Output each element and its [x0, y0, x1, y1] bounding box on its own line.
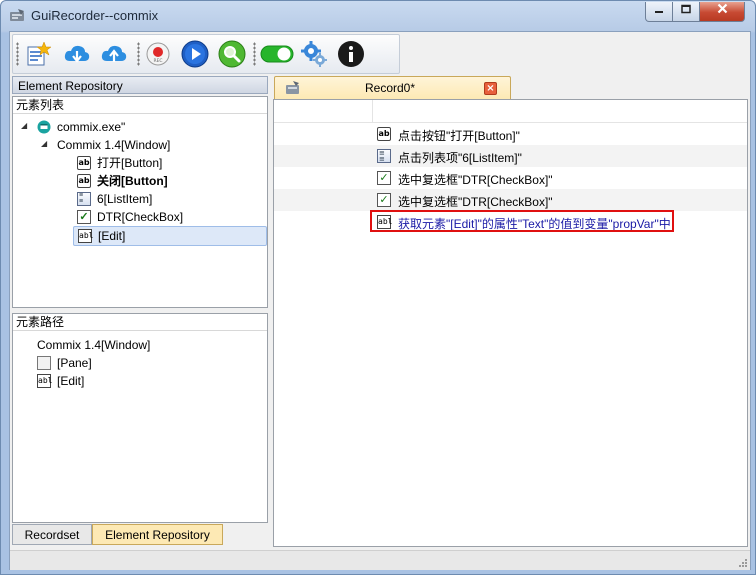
close-tab-button[interactable]: ×: [484, 82, 497, 95]
checkbox-icon: ✓: [377, 193, 391, 207]
tab-element-repository[interactable]: Element Repository: [92, 524, 223, 545]
app-node-icon: [37, 120, 51, 134]
new-project-button[interactable]: [23, 39, 53, 69]
record-list-header: [274, 100, 747, 123]
tree-node-label: DTR[CheckBox]: [97, 210, 184, 224]
close-button[interactable]: [699, 2, 745, 22]
tree-node-label: 6[ListItem]: [97, 192, 153, 206]
gear-icon: [301, 41, 327, 67]
record-button[interactable]: REC: [143, 39, 173, 69]
main-toolbar: REC: [12, 34, 400, 74]
cloud-upload-icon: [101, 45, 127, 62]
settings-button[interactable]: [299, 39, 329, 69]
inspect-button[interactable]: [217, 39, 247, 69]
highlight-annotation: [370, 210, 674, 232]
tree-node-label: Commix 1.4[Window]: [57, 138, 171, 152]
record-row[interactable]: ab 点击按钮"打开[Button]": [274, 123, 747, 145]
button-ab-icon: ab: [77, 156, 91, 170]
maximize-icon: [681, 4, 691, 14]
edit-abl-icon: abl: [78, 229, 93, 243]
path-node-label: [Edit]: [57, 374, 85, 388]
upload-button[interactable]: [99, 39, 129, 69]
info-icon: [338, 41, 364, 67]
checkbox-icon: ✓: [377, 171, 391, 185]
record-row-text: 选中复选框"DTR[CheckBox]": [398, 195, 553, 209]
cloud-download-icon: [64, 45, 90, 63]
record-row[interactable]: ✓ 选中复选框"DTR[CheckBox]": [274, 189, 747, 211]
toggle-on-icon: [260, 45, 294, 63]
toolbar-separator: [253, 42, 256, 66]
tree-node-label: 关闭[Button]: [97, 174, 168, 188]
status-bar: [10, 550, 750, 570]
record-label: REC: [153, 58, 162, 64]
expand-toggle-icon[interactable]: ◢: [41, 140, 49, 148]
element-repository-header: Element Repository: [12, 76, 268, 94]
expand-toggle-icon[interactable]: ◢: [21, 122, 29, 130]
path-node-label: [Pane]: [57, 356, 92, 370]
minimize-button[interactable]: [645, 2, 673, 22]
listitem-icon: ≡ ≡: [377, 149, 391, 163]
tab-record0[interactable]: Record0* ×: [274, 76, 511, 99]
pane-icon: [37, 356, 51, 370]
client-area: REC Element Repository 元素列表 ◢ commix.exe…: [9, 31, 751, 570]
element-path-title: 元素路径: [13, 314, 267, 331]
play-icon: [181, 40, 209, 68]
app-window: GuiRecorder--commix REC Element Reposito…: [0, 0, 756, 575]
tab-recordset[interactable]: Recordset: [12, 524, 92, 545]
record-list: ab 点击按钮"打开[Button]" ≡ ≡ 点击列表项"6[ListItem]…: [273, 99, 748, 547]
record-tab-label: Record0*: [365, 81, 416, 95]
element-path-pane: 元素路径 Commix 1.4[Window] [Pane] abl [Edit…: [12, 313, 268, 523]
new-document-icon: [27, 41, 51, 66]
app-icon: [10, 9, 24, 21]
record-row[interactable]: ✓ 选中复选框"DTR[CheckBox]": [274, 167, 747, 189]
toolbar-separator: [137, 42, 140, 66]
tree-node-label: [Edit]: [98, 229, 126, 243]
record-doc-icon: [286, 81, 299, 94]
resize-grip-icon[interactable]: [736, 556, 748, 568]
title-bar[interactable]: GuiRecorder--commix: [1, 1, 755, 31]
record-icon: REC: [146, 42, 170, 66]
record-row-text: 点击按钮"打开[Button]": [398, 129, 520, 143]
path-node-label: Commix 1.4[Window]: [37, 338, 151, 352]
window-title: GuiRecorder--commix: [31, 8, 159, 23]
tree-node-label: 打开[Button]: [97, 156, 163, 170]
play-button[interactable]: [180, 39, 210, 69]
left-bottom-tabs: Recordset Element Repository: [12, 524, 268, 546]
record-row-text: 点击列表项"6[ListItem]": [398, 151, 522, 165]
checkbox-icon: ✓: [77, 210, 91, 224]
magnifier-icon: [218, 40, 246, 68]
maximize-button[interactable]: [672, 2, 700, 22]
toggle-button[interactable]: [259, 39, 295, 69]
minimize-icon: [655, 11, 663, 13]
button-ab-icon: ab: [377, 127, 391, 141]
listitem-icon: ≡ ≡: [77, 192, 91, 206]
info-button[interactable]: [336, 39, 366, 69]
tree-node-label: commix.exe": [57, 120, 126, 134]
download-button[interactable]: [62, 39, 92, 69]
button-ab-icon: ab: [77, 174, 91, 188]
element-list-pane: 元素列表 ◢ commix.exe" ◢ Commix 1.4[Window] …: [12, 96, 268, 308]
toolbar-grip[interactable]: [16, 42, 19, 66]
record-row[interactable]: ≡ ≡ 点击列表项"6[ListItem]": [274, 145, 747, 167]
element-list-title: 元素列表: [13, 97, 267, 114]
close-icon: [717, 3, 727, 14]
tree-node-edit[interactable]: abl [Edit]: [73, 226, 267, 246]
record-row-text: 选中复选框"DTR[CheckBox]": [398, 173, 553, 187]
edit-abl-icon: abl: [37, 374, 52, 388]
column-divider[interactable]: [372, 100, 373, 122]
